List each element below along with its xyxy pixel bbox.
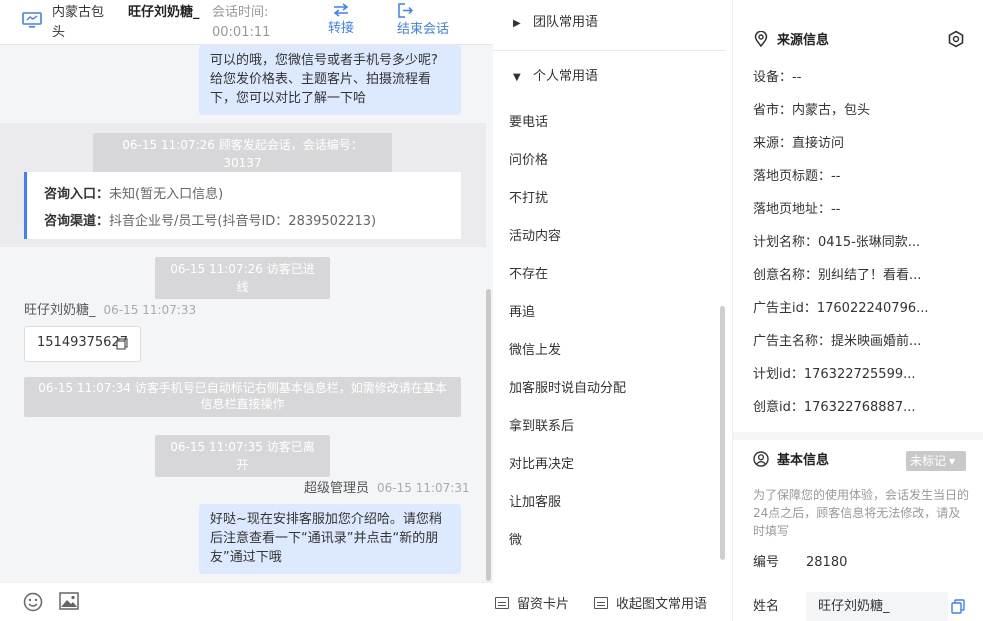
collapse-phrases-label: 收起图文常用语	[616, 597, 708, 612]
phrase-item[interactable]: 再追	[509, 304, 535, 322]
exit-icon	[398, 3, 413, 18]
agent-message-bubble: 可以的哦，您微信号或者手机号多少呢?给您发价格表、主题客片、拍摄流程看下，您可以…	[199, 45, 461, 115]
location-pin-icon	[754, 31, 768, 47]
phrases-footer: 留资卡片 收起图文常用语	[493, 582, 733, 621]
quick-phrases-panel: ▶ 团队常用语 ▼ 个人常用语 要电话 问价格 不打扰 活动内容 不存在 再追 微信…	[493, 0, 733, 621]
end-session-button[interactable]: 结束会话	[397, 0, 449, 39]
message-time: 06-15 11:07:33	[103, 303, 197, 317]
system-notice: 06-15 11:07:26 顾客发起会话，会话编号：30137	[93, 133, 392, 175]
caret-down-icon: ▼	[949, 457, 956, 466]
team-phrases-label: 团队常用语	[533, 15, 599, 30]
end-session-label: 结束会话	[397, 22, 450, 37]
visitor-name: 旺仔刘奶糖_	[128, 5, 200, 20]
image-icon[interactable]	[59, 592, 79, 610]
team-phrases-group[interactable]: ▶ 团队常用语	[513, 14, 598, 33]
phrase-item[interactable]: 要电话	[509, 114, 548, 132]
sender-name: 旺仔刘奶糖_	[24, 303, 96, 318]
agent-message-meta: 超级管理员 06-15 11:07:31	[304, 479, 470, 498]
phrase-item[interactable]: 不打扰	[509, 190, 548, 208]
phrase-item[interactable]: 拿到联系后	[509, 418, 574, 436]
channel-label: 咨询渠道：	[44, 214, 110, 229]
source-row-landing-title: 落地页标题：--	[753, 169, 841, 184]
source-row-creative-name: 创意名称：别纠结了！看看...	[753, 268, 922, 283]
phrase-item[interactable]: 微	[509, 532, 522, 550]
id-value: 28180	[806, 555, 848, 570]
visitor-region: 内蒙古包头	[52, 5, 105, 40]
emoji-icon[interactable]	[23, 592, 43, 612]
entry-value: 未知(暂无入口信息)	[109, 187, 224, 202]
phrase-item[interactable]: 加客服时说自动分配	[509, 380, 626, 398]
chat-input-toolbar	[0, 582, 493, 621]
chat-scrollbar[interactable]	[486, 289, 491, 581]
source-row-advertiser-id: 广告主id：176022240796...	[753, 301, 929, 316]
phrase-item[interactable]: 不存在	[509, 266, 548, 284]
personal-phrases-label: 个人常用语	[533, 69, 599, 84]
card-icon	[495, 597, 509, 609]
source-row-creative-id: 创意id：176322768887...	[753, 400, 916, 415]
source-row-advertiser-name: 广告主名称：提米映画婚前...	[753, 334, 922, 349]
chat-header: 内蒙古包头 旺仔刘奶糖_ 会话时间: 00:01:11 转接 结束会话	[0, 0, 493, 45]
visitor-message-bubble: 15149375627	[24, 326, 141, 362]
customer-service-workspace: 内蒙古包头 旺仔刘奶糖_ 会话时间: 00:01:11 转接 结束会话 可以的哦…	[0, 0, 983, 621]
section-separator	[733, 432, 983, 440]
copy-icon[interactable]	[951, 599, 965, 614]
entry-label: 咨询入口：	[44, 187, 110, 202]
source-row-region: 省市：内蒙古，包头	[753, 103, 871, 118]
leave-card-label: 留资卡片	[517, 597, 570, 612]
visitor-info-panel: 来源信息 设备：-- 省市：内蒙古，包头 来源：直接访问 落地页标题：-- 落地…	[733, 0, 983, 621]
phrases-scrollbar[interactable]	[720, 306, 725, 560]
source-row-origin: 来源：直接访问	[753, 136, 845, 151]
transfer-icon	[333, 3, 349, 17]
source-row-landing-url: 落地页地址：--	[753, 202, 841, 217]
phrase-item[interactable]: 问价格	[509, 152, 548, 170]
source-row-device: 设备：--	[753, 70, 802, 85]
entry-info-card: 咨询入口：未知(暂无入口信息) 咨询渠道：抖音企业号/员工号(抖音号ID：283…	[24, 172, 461, 239]
collapse-phrases-button[interactable]: 收起图文常用语	[594, 596, 707, 614]
caret-down-icon: ▼	[513, 72, 521, 83]
session-time-label: 会话时间:	[212, 5, 269, 20]
phrase-item[interactable]: 对比再决定	[509, 456, 574, 474]
id-label: 编号	[753, 555, 780, 570]
system-notice: 06-15 11:07:34 访客手机号已自动标记右侧基本信息栏，如需修改请在基…	[24, 377, 461, 417]
document-icon	[594, 597, 608, 609]
transfer-button[interactable]: 转接	[328, 0, 354, 38]
message-time: 06-15 11:07:31	[377, 481, 470, 495]
channel-value: 抖音企业号/员工号(抖音号ID：2839502213)	[109, 214, 377, 229]
basic-info-label: 基本信息	[777, 453, 830, 468]
basic-info-title: 基本信息	[753, 451, 829, 470]
system-notice: 06-15 11:07:26 访客已进线	[155, 257, 330, 299]
name-field[interactable]: 旺仔刘奶糖_	[806, 592, 948, 621]
copy-icon[interactable]	[116, 338, 128, 350]
message-list[interactable]: 可以的哦，您微信号或者手机号多少呢?给您发价格表、主题客片、拍摄流程看下，您可以…	[0, 45, 493, 582]
sender-name: 超级管理员	[304, 481, 370, 496]
phone-number-text: 15149375627	[37, 335, 128, 350]
visitor-message-meta: 旺仔刘奶糖_ 06-15 11:07:33	[24, 301, 196, 320]
tag-dropdown[interactable]: 未标记 ▼	[906, 451, 966, 471]
source-row-plan-name: 计划名称：0415-张琳同款...	[753, 235, 921, 250]
system-notice: 06-15 11:07:35 访客已离开	[155, 435, 330, 477]
divider	[493, 50, 726, 51]
name-label: 姓名	[753, 599, 780, 614]
caret-right-icon: ▶	[513, 18, 521, 29]
phrase-item[interactable]: 微信上发	[509, 342, 561, 360]
leave-card-button[interactable]: 留资卡片	[495, 596, 569, 614]
phrase-item[interactable]: 让加客服	[509, 494, 561, 512]
source-info-label: 来源信息	[777, 33, 830, 48]
source-row-plan-id: 计划id：176322725599...	[753, 367, 916, 382]
user-circle-icon	[753, 451, 769, 467]
settings-icon[interactable]	[947, 30, 965, 48]
transfer-label: 转接	[328, 21, 355, 36]
session-time-value: 00:01:11	[212, 25, 271, 40]
chat-panel: 内蒙古包头 旺仔刘奶糖_ 会话时间: 00:01:11 转接 结束会话 可以的哦…	[0, 0, 493, 621]
monitor-icon	[22, 12, 42, 28]
tag-dropdown-value: 未标记	[910, 454, 947, 468]
source-info-title: 来源信息	[753, 31, 829, 50]
phrase-item[interactable]: 活动内容	[509, 228, 561, 246]
personal-phrases-group[interactable]: ▼ 个人常用语	[513, 68, 598, 87]
agent-message-bubble: 好哒~现在安排客服加您介绍哈。请您稍后注意查看一下“通讯录”并点击“新的朋友”通…	[199, 504, 461, 574]
edit-deadline-notice: 为了保障您的使用体验，会话发生当日的24点之后，顾客信息将无法修改，请及时填写	[753, 488, 970, 538]
